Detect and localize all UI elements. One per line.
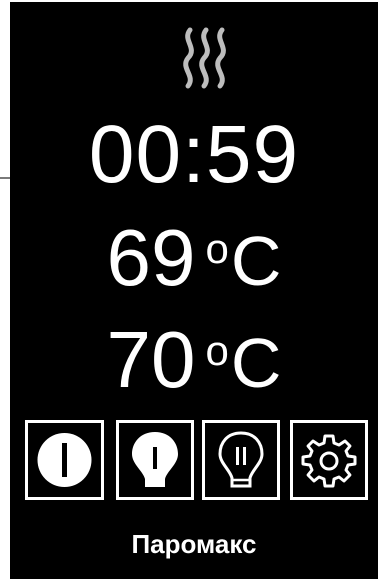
temperature-2-display: 70 oC (10, 320, 378, 400)
temperature-1-value: 69 (106, 213, 196, 302)
degree-symbol: o (205, 327, 229, 374)
light-on-button[interactable] (116, 420, 194, 500)
control-buttons (25, 420, 368, 500)
temperature-1-unit: oC (206, 222, 282, 300)
power-icon (37, 433, 92, 487)
bulb-outline-icon (218, 431, 264, 488)
settings-button[interactable] (290, 420, 368, 500)
divider-line (0, 177, 10, 179)
power-button[interactable] (25, 420, 104, 500)
temperature-1-display: 69 oC (10, 218, 378, 298)
timer-display: 00:59 (88, 109, 300, 200)
brand-name: Паромакс (131, 529, 257, 559)
gear-icon (301, 434, 357, 488)
celsius-letter: C (230, 222, 282, 300)
steam-icon (176, 26, 240, 90)
temperature-2-value: 70 (106, 315, 196, 404)
bulb-icon (132, 432, 178, 487)
celsius-letter: C (230, 324, 282, 402)
temperature-2-unit: oC (206, 324, 282, 402)
controller-display: 00:59 69 oC 70 oC Паромакс (10, 2, 378, 579)
degree-symbol: o (205, 225, 229, 272)
light-off-button[interactable] (202, 420, 280, 500)
